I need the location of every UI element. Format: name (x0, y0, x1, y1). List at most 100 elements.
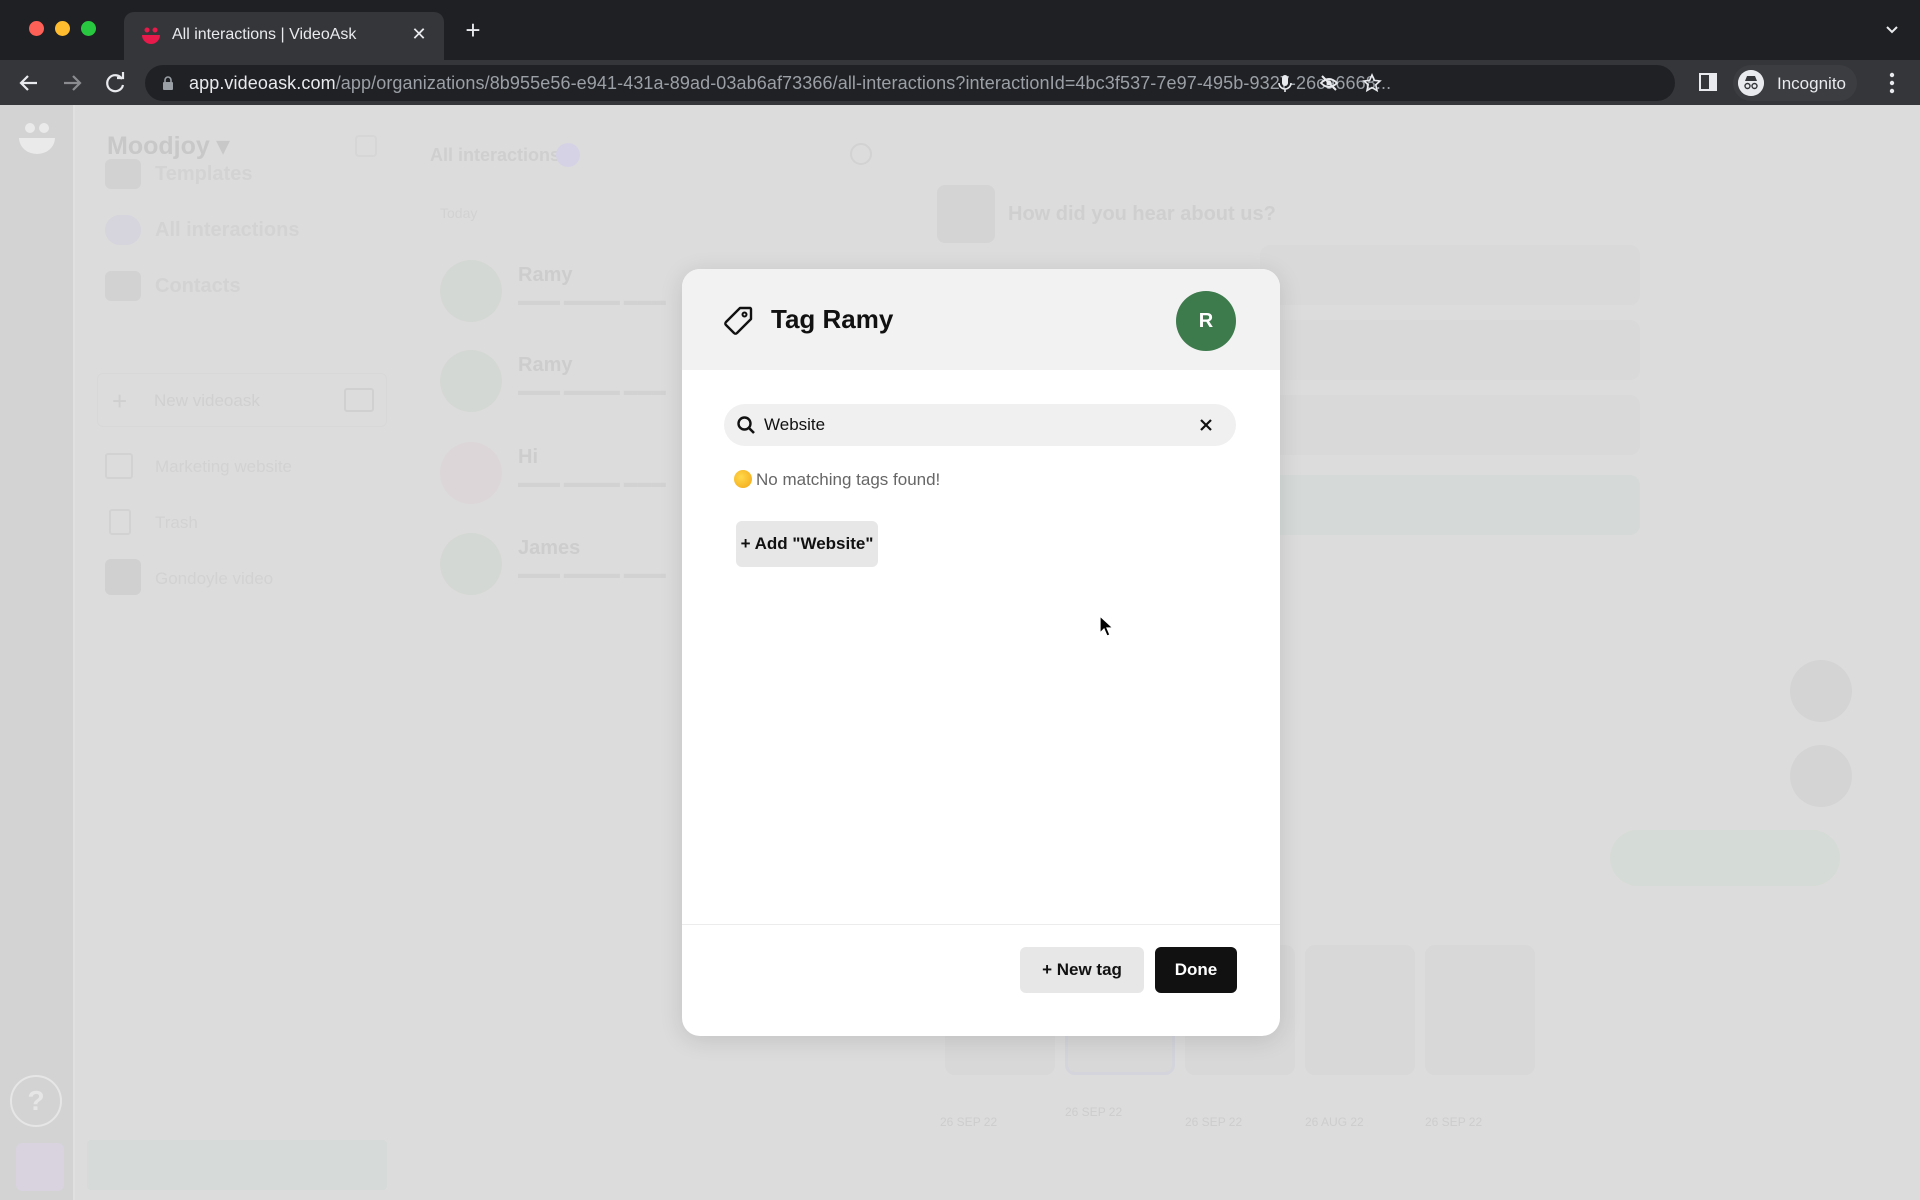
no-tags-text: No matching tags found! (756, 470, 941, 489)
window-maximize-button[interactable] (81, 21, 96, 36)
window-minimize-button[interactable] (55, 21, 70, 36)
question-title: How did you hear about us? (1008, 203, 1276, 225)
upgrade-button[interactable] (87, 1140, 387, 1190)
incognito-profile-button[interactable]: Incognito (1733, 65, 1857, 101)
help-button[interactable]: ? (10, 1075, 62, 1127)
answer-option-selected[interactable] (1260, 475, 1640, 535)
mouse-cursor-icon (1099, 615, 1115, 637)
avatar (440, 533, 502, 595)
new-folder-icon[interactable] (344, 388, 374, 412)
avatar (440, 350, 502, 412)
browser-tab-active[interactable]: All interactions | VideoAsk ✕ (124, 12, 444, 60)
search-icon (737, 416, 755, 434)
videoask-logo-icon[interactable] (17, 120, 57, 160)
side-panel-icon[interactable] (1698, 72, 1718, 92)
contact-name: Ramy (518, 354, 573, 376)
forward-arrow-icon[interactable] (58, 69, 86, 97)
list-title: All interactions (430, 145, 561, 165)
eye-slash-icon[interactable] (1319, 73, 1339, 93)
preview-text: ▬▬▬ ▬▬▬▬ ▬▬▬ (518, 292, 666, 308)
videoask-favicon-icon (142, 27, 160, 44)
contact-name: Hi (518, 446, 538, 468)
tag-search-field (724, 404, 1236, 446)
answer-option[interactable] (1260, 245, 1640, 305)
step-date: 26 SEP 22 (940, 1115, 998, 1129)
add-tag-button[interactable]: + Add "Website" (736, 521, 878, 567)
contact-name: Ramy (518, 264, 573, 286)
new-tag-button[interactable]: + New tag (1020, 947, 1144, 993)
folder-label: Gondoyle video (155, 569, 274, 588)
tag-icon (724, 306, 753, 335)
preview-text: ▬▬▬ ▬▬▬▬ ▬▬▬ (518, 474, 666, 490)
folder-icon (105, 453, 133, 479)
new-videoask-button[interactable]: + New videoask (97, 373, 387, 427)
filter-icon[interactable] (850, 143, 872, 165)
sidebar-folder-video[interactable]: Gondoyle video (105, 557, 395, 597)
share-fab-button[interactable] (1790, 745, 1852, 807)
reply-button[interactable] (1610, 830, 1840, 886)
modal-title: Tag Ramy (771, 304, 894, 334)
address-bar[interactable]: app.videoask.com/app/organizations/8b955… (145, 65, 1675, 101)
sidebar-item-all-interactions[interactable]: All interactions (105, 211, 395, 251)
url-path: /app/organizations/8b955e56-e941-431a-89… (335, 73, 1392, 93)
incognito-icon (1738, 70, 1764, 96)
sidebar-item-label: All interactions (155, 219, 300, 241)
contact-name: James (518, 537, 581, 559)
browser-chrome: All interactions | VideoAsk ✕ + app.vide… (0, 0, 1920, 105)
sidebar-item-templates[interactable]: Templates (105, 155, 395, 195)
incognito-label: Incognito (1777, 74, 1846, 93)
tab-search-chevron-icon[interactable] (1884, 22, 1900, 38)
clear-search-icon[interactable] (1196, 415, 1216, 435)
tag-fab-button[interactable] (1790, 660, 1852, 722)
step-date: 26 SEP 22 (1065, 1105, 1123, 1119)
question-thumbnail (937, 185, 995, 243)
app-rail: ? (0, 105, 75, 1200)
user-avatar[interactable] (16, 1143, 64, 1191)
url-host: app.videoask.com (189, 73, 336, 93)
tab-strip: All interactions | VideoAsk ✕ + (0, 0, 1920, 60)
step-thumbnail[interactable] (1425, 945, 1535, 1075)
date-group-label: Today (440, 205, 478, 221)
tag-search-input[interactable] (764, 404, 1184, 446)
sidebar-folder-trash[interactable]: Trash (105, 501, 395, 541)
avatar (440, 260, 502, 322)
step-date: 26 SEP 22 (1185, 1115, 1243, 1129)
sidebar-item-label: Contacts (155, 275, 241, 297)
step-thumbnail[interactable] (1305, 945, 1415, 1075)
sidebar-item-contacts[interactable]: Contacts (105, 267, 395, 307)
modal-header: Tag Ramy R (682, 269, 1280, 370)
avatar (440, 442, 502, 504)
browser-menu-icon[interactable] (1882, 70, 1902, 96)
interactions-icon (105, 215, 141, 245)
folder-label: Marketing website (155, 457, 293, 476)
reload-icon[interactable] (101, 69, 129, 97)
preview-text: ▬▬▬ ▬▬▬▬ ▬▬▬ (518, 382, 666, 398)
tab-title: All interactions | VideoAsk (172, 26, 357, 43)
back-arrow-icon[interactable] (15, 69, 43, 97)
thinking-face-icon (734, 470, 752, 488)
contact-avatar: R (1176, 291, 1236, 351)
answer-option[interactable] (1260, 395, 1640, 455)
search-icon[interactable] (355, 135, 377, 157)
tag-modal: Tag Ramy R No matching tags found! + Add… (682, 269, 1280, 1036)
microphone-icon[interactable] (1275, 73, 1295, 93)
count-badge (556, 143, 580, 167)
bookmark-star-icon[interactable] (1362, 73, 1382, 93)
answer-option[interactable] (1260, 320, 1640, 380)
video-thumbnail-icon (105, 559, 141, 595)
no-tags-message: No matching tags found! (734, 470, 940, 490)
window-close-button[interactable] (29, 21, 44, 36)
plus-icon: + (112, 386, 128, 416)
trash-icon (109, 509, 131, 535)
lock-icon[interactable] (162, 76, 174, 90)
new-videoask-label: New videoask (154, 391, 260, 410)
sidebar-item-label: Templates (155, 163, 253, 185)
done-button[interactable]: Done (1155, 947, 1237, 993)
folder-label: Trash (155, 513, 198, 532)
sidebar-folder-marketing-website[interactable]: Marketing website (105, 445, 395, 485)
new-tab-button[interactable]: + (460, 17, 486, 43)
tab-close-icon[interactable]: ✕ (408, 23, 430, 45)
url-text: app.videoask.com/app/organizations/8b955… (189, 73, 1391, 94)
sidebar-nav: Moodjoy ▾ Templates All interactions Con… (77, 105, 407, 1200)
modal-divider (682, 924, 1280, 925)
